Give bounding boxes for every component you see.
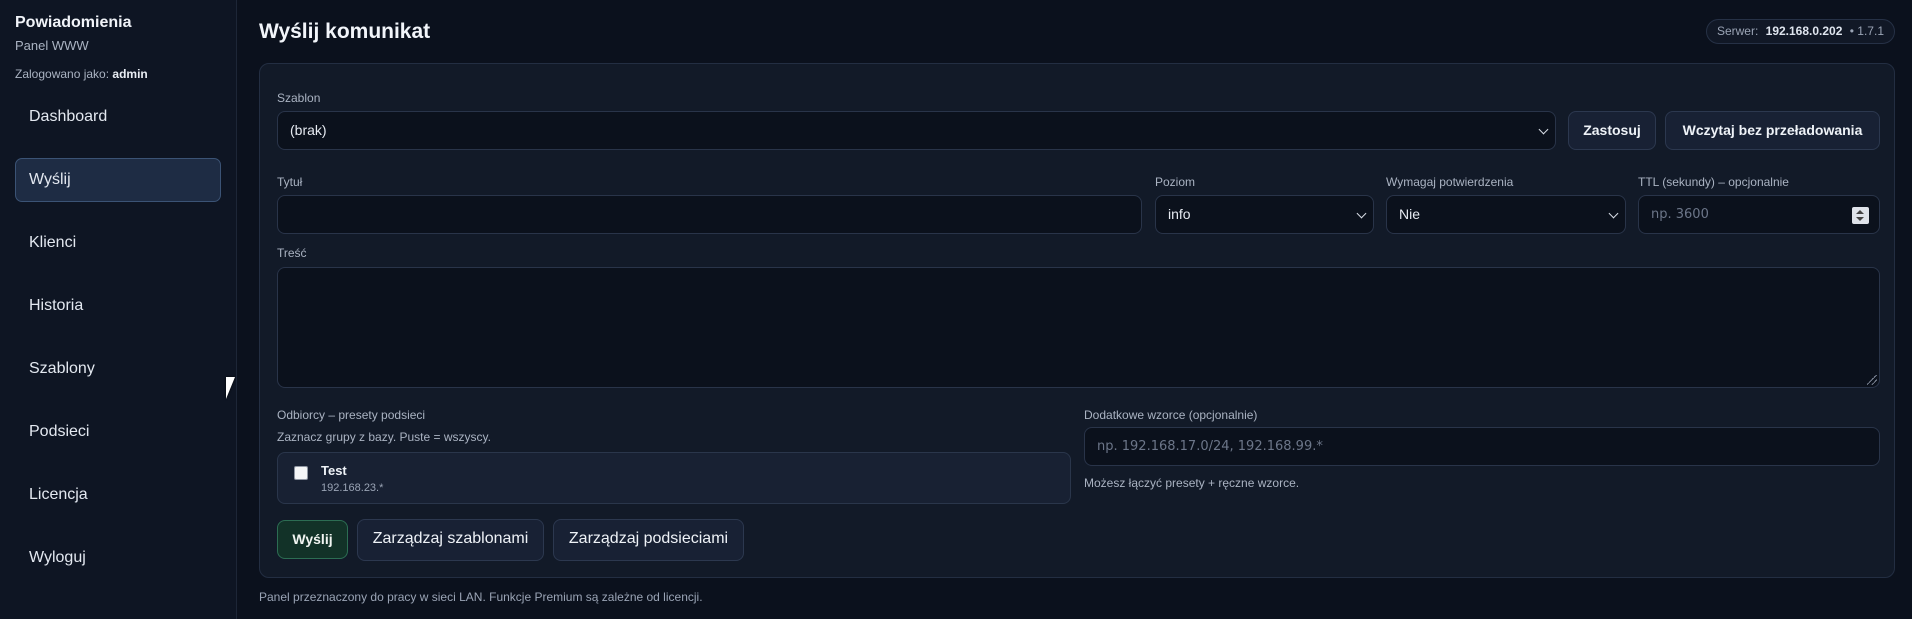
sidebar-item-send[interactable]: Wyślij — [15, 158, 221, 202]
confirm-label: Wymagaj potwierdzenia — [1386, 175, 1514, 189]
sidebar-item-subnets[interactable]: Podsieci — [15, 410, 221, 454]
resize-handle-icon[interactable] — [1867, 375, 1877, 385]
recipients-hint: Zaznacz grupy z bazy. Puste = wszyscy. — [277, 430, 491, 444]
template-label: Szablon — [277, 91, 321, 105]
sidebar-item-history[interactable]: Historia — [15, 284, 221, 328]
sidebar-nav: Dashboard Wyślij Klienci Historia Szablo… — [15, 95, 221, 580]
server-version: 1.7.1 — [1857, 24, 1884, 38]
sidebar-item-clients[interactable]: Klienci — [15, 221, 221, 265]
ttl-placeholder: np. 3600 — [1651, 207, 1709, 222]
brand-subtitle: Panel WWW — [15, 38, 89, 53]
sidebar-item-logout[interactable]: Wyloguj — [15, 536, 221, 580]
server-label: Serwer: — [1716, 24, 1759, 38]
level-select[interactable]: info — [1155, 195, 1374, 234]
logged-in-prefix: Zalogowano jako: — [15, 67, 110, 81]
apply-template-button[interactable]: Zastosuj — [1568, 111, 1656, 150]
patterns-label: Dodatkowe wzorce (opcjonalnie) — [1084, 408, 1258, 422]
sidebar-item-templates[interactable]: Szablony — [15, 347, 221, 391]
sidebar-item-license[interactable]: Licencja — [15, 473, 221, 517]
manage-subnets-button[interactable]: Zarządzaj podsieciami — [553, 519, 744, 561]
patterns-input[interactable]: np. 192.168.17.0/24, 192.168.99.* — [1084, 427, 1880, 466]
level-label: Poziom — [1155, 175, 1196, 189]
title-label: Tytuł — [277, 175, 303, 189]
chevron-down-icon — [1608, 208, 1619, 219]
body-textarea[interactable] — [277, 267, 1880, 388]
confirm-select[interactable]: Nie — [1386, 195, 1626, 234]
preset-name: Test — [321, 463, 347, 478]
recipients-label: Odbiorcy – presety podsieci — [277, 408, 426, 422]
ttl-input[interactable]: np. 3600 — [1638, 195, 1880, 234]
manage-templates-button[interactable]: Zarządzaj szablonami — [357, 519, 544, 561]
level-select-value: info — [1168, 206, 1191, 222]
sidebar: Powiadomienia Panel WWW Zalogowano jako:… — [0, 0, 237, 619]
chevron-down-icon — [1356, 208, 1367, 219]
title-input[interactable] — [277, 195, 1142, 234]
footer-note: Panel przeznaczony do pracy w sieci LAN.… — [259, 590, 703, 604]
template-select[interactable]: (brak) — [277, 111, 1556, 150]
number-spinner-icon[interactable] — [1852, 207, 1869, 224]
template-select-value: (brak) — [290, 122, 327, 138]
brand-title: Powiadomienia — [15, 14, 132, 31]
server-badge: Serwer: 192.168.0.202 • 1.7.1 — [1705, 19, 1895, 44]
preset-item[interactable]: Test 192.168.23.* — [277, 452, 1071, 504]
logged-in-info: Zalogowano jako: admin — [15, 67, 221, 81]
server-separator: • — [1849, 24, 1854, 38]
body-label: Treść — [277, 246, 307, 260]
preset-network: 192.168.23.* — [321, 482, 384, 494]
chevron-down-icon — [1538, 124, 1549, 135]
patterns-hint: Możesz łączyć presety + ręczne wzorce. — [1084, 476, 1300, 490]
confirm-select-value: Nie — [1399, 206, 1421, 222]
patterns-placeholder: np. 192.168.17.0/24, 192.168.99.* — [1097, 439, 1323, 454]
send-button[interactable]: Wyślij — [277, 520, 348, 559]
send-form-card: Szablon (brak) Zastosuj Wczytaj bez prze… — [259, 63, 1895, 578]
load-template-button[interactable]: Wczytaj bez przeładowania — [1665, 111, 1880, 150]
server-ip: 192.168.0.202 — [1765, 24, 1843, 38]
sidebar-item-dashboard[interactable]: Dashboard — [15, 95, 221, 139]
mouse-cursor-icon — [226, 377, 235, 399]
page-title: Wyślij komunikat — [259, 20, 431, 43]
preset-checkbox[interactable] — [294, 466, 308, 480]
logged-in-user: admin — [112, 67, 148, 81]
ttl-label: TTL (sekundy) – opcjonalnie — [1638, 175, 1789, 189]
